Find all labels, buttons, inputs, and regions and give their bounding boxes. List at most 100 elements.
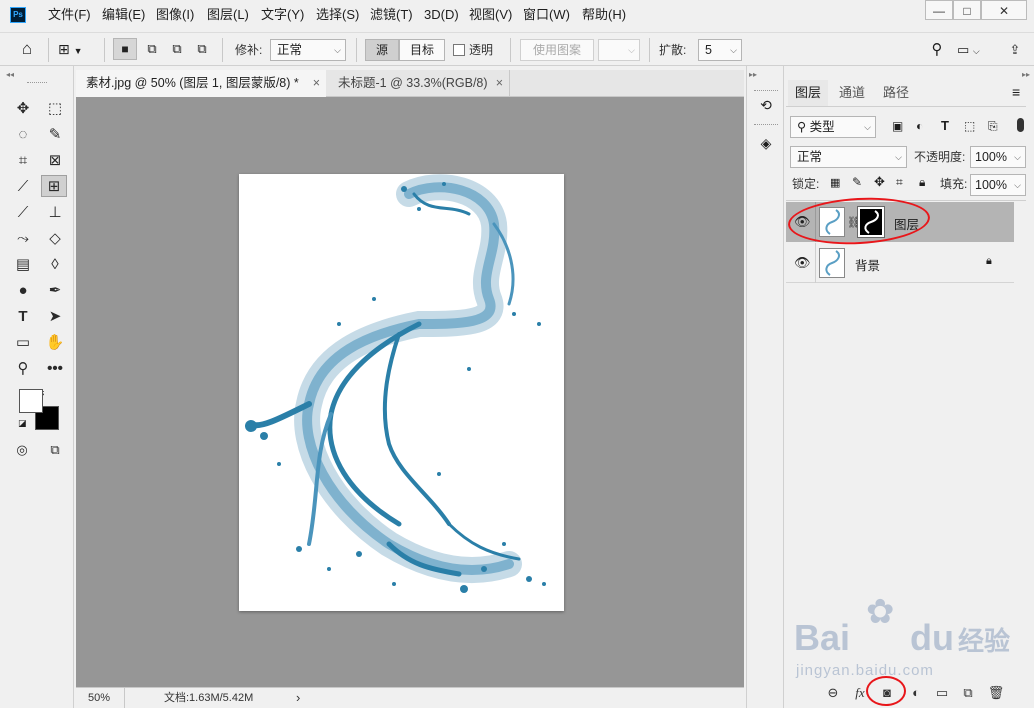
lock-image-icon[interactable]: ✎ (852, 175, 862, 189)
menu-type[interactable]: 文字(Y) (261, 0, 304, 30)
hand-tool-icon[interactable]: ✋ (42, 332, 68, 354)
move-tool-icon[interactable]: ✥ (10, 98, 36, 120)
close-icon[interactable]: × (313, 70, 320, 97)
zoom-level[interactable]: 50% (88, 688, 110, 708)
collapse-toolbar-icon[interactable]: ◂◂ (6, 70, 14, 79)
tab-document-2[interactable]: 未标题-1 @ 33.3%(RGB/8) × (328, 70, 510, 97)
layer-thumbnail[interactable] (819, 248, 845, 278)
pattern-picker[interactable]: ⌵ (598, 39, 640, 61)
search-icon[interactable]: ⚲ (927, 39, 947, 61)
toolbar-grip[interactable] (27, 82, 47, 85)
new-layer-icon[interactable]: ⧉ (959, 684, 977, 702)
lock-all-icon[interactable]: 🔒︎ (919, 175, 925, 190)
workspace-switcher[interactable]: ▭ ⌵ (957, 39, 991, 61)
close-button[interactable]: ✕ (981, 0, 1027, 20)
document-canvas[interactable] (239, 174, 564, 611)
blend-mode-select[interactable]: 正常 ⌵ (790, 146, 907, 168)
new-group-icon[interactable]: ▭ (933, 684, 951, 702)
lock-transparent-icon[interactable]: ▦ (830, 176, 840, 189)
menu-image[interactable]: 图像(I) (156, 0, 194, 30)
minimize-button[interactable]: — (925, 0, 953, 20)
rectangle-tool-icon[interactable]: ▭ (10, 332, 36, 354)
foreground-color-swatch[interactable] (19, 389, 43, 413)
filter-type-icon[interactable]: T (941, 118, 949, 133)
filter-adjustment-icon[interactable]: ◐ (916, 119, 923, 133)
canvas-area[interactable] (76, 97, 744, 687)
use-pattern-button[interactable]: 使用图案 (520, 39, 594, 61)
type-tool-icon[interactable]: T (10, 306, 36, 328)
layer-filter-select[interactable]: ⚲ 类型 ⌵ (790, 116, 876, 138)
source-button[interactable]: 源 (365, 39, 399, 61)
menu-window[interactable]: 窗口(W) (523, 0, 570, 30)
history-panel-icon[interactable]: ⟲ (754, 94, 778, 116)
eraser-tool-icon[interactable]: ◇ (42, 228, 68, 250)
menu-3d[interactable]: 3D(D) (424, 0, 459, 30)
link-layers-icon[interactable]: ⊖ (824, 684, 842, 702)
tab-layers[interactable]: 图层 (788, 80, 828, 106)
filter-pixel-icon[interactable]: ▣ (892, 119, 903, 133)
dock-grip[interactable] (754, 90, 778, 93)
tab-document-1[interactable]: 素材.jpg @ 50% (图层 1, 图层蒙版/8) * × (76, 70, 326, 97)
intersect-selection-button[interactable]: ⧉ (190, 38, 214, 60)
frame-tool-icon[interactable]: ⊠ (42, 150, 68, 172)
filter-smart-object-icon[interactable]: ⎘ (988, 119, 998, 134)
target-button[interactable]: 目标 (399, 39, 445, 61)
menu-filter[interactable]: 滤镜(T) (370, 0, 413, 30)
lasso-tool-icon[interactable]: ◌ (10, 124, 36, 146)
gradient-tool-icon[interactable]: ▤ (10, 254, 36, 276)
marquee-tool-icon[interactable]: ⬚ (42, 98, 68, 120)
patch-tool-icon[interactable]: ⊞ (41, 175, 67, 197)
tab-channels[interactable]: 通道 (830, 80, 874, 106)
menu-select[interactable]: 选择(S) (316, 0, 359, 30)
dock-grip[interactable] (754, 124, 778, 127)
tool-preset-picker[interactable]: ⊞ ▼ (58, 38, 98, 60)
opacity-input[interactable]: 100% ⌵ (970, 146, 1026, 168)
transparent-checkbox[interactable] (453, 44, 465, 56)
menu-edit[interactable]: 编辑(E) (102, 0, 145, 30)
stamp-tool-icon[interactable]: ⊥ (42, 202, 68, 224)
quick-mask-icon[interactable]: ◎ (9, 439, 35, 461)
blur-tool-icon[interactable]: ◊ (42, 254, 68, 276)
dodge-tool-icon[interactable]: ● (10, 280, 36, 302)
fill-input[interactable]: 100% ⌵ (970, 174, 1026, 196)
filter-toggle[interactable] (1017, 118, 1024, 132)
crop-tool-icon[interactable]: ⌗ (10, 150, 36, 172)
path-selection-tool-icon[interactable]: ➤ (42, 306, 68, 328)
layer-row-background[interactable]: 👁︎ 背景 🔒︎ (786, 243, 1014, 283)
default-colors-icon[interactable]: ◪ (18, 418, 27, 429)
quick-selection-tool-icon[interactable]: ✎ (42, 124, 68, 146)
collapse-panel-icon[interactable]: ▸▸ (1022, 70, 1030, 79)
visibility-eye-icon[interactable]: 👁︎ (794, 256, 811, 270)
lock-position-icon[interactable]: ✥ (874, 174, 885, 190)
tab-paths[interactable]: 路径 (876, 80, 916, 106)
restore-button[interactable]: □ (953, 0, 981, 20)
lock-artboard-icon[interactable]: ⌗ (896, 175, 903, 190)
more-tools-icon[interactable]: ••• (42, 358, 68, 380)
status-menu-arrow[interactable]: › (296, 688, 300, 708)
menu-view[interactable]: 视图(V) (469, 0, 512, 30)
pen-tool-icon[interactable]: ✒ (42, 280, 68, 302)
panel-menu-icon[interactable]: ≡ (1012, 84, 1020, 100)
adjustment-layer-icon[interactable]: ◐ (907, 684, 925, 702)
layer-name[interactable]: 背景 (855, 255, 880, 274)
home-icon[interactable]: ⌂ (14, 38, 40, 60)
delete-layer-icon[interactable]: 🗑︎ (987, 684, 1005, 702)
eyedropper-tool-icon[interactable]: ⟋ (10, 176, 36, 198)
close-icon[interactable]: × (496, 70, 503, 97)
zoom-tool-icon[interactable]: ⚲ (10, 358, 36, 380)
menu-file[interactable]: 文件(F) (48, 0, 91, 30)
history-brush-tool-icon[interactable]: ⤳ (10, 228, 36, 250)
patch-mode-select[interactable]: 正常 ⌵ (270, 39, 346, 61)
screen-mode-icon[interactable]: ⧉ (42, 439, 68, 461)
3d-panel-icon[interactable]: ◈ (754, 132, 778, 154)
menu-layer[interactable]: 图层(L) (207, 0, 249, 30)
menu-help[interactable]: 帮助(H) (582, 0, 626, 30)
expand-panels-icon[interactable]: ▸▸ (749, 70, 757, 79)
new-selection-button[interactable]: ■ (113, 38, 137, 60)
add-selection-button[interactable]: ⧉ (140, 38, 164, 60)
subtract-selection-button[interactable]: ⧉ (165, 38, 189, 60)
diffuse-select[interactable]: 5 ⌵ (698, 39, 742, 61)
share-icon[interactable]: ⇪ (1004, 39, 1026, 61)
filter-shape-icon[interactable]: ⬚ (964, 119, 975, 133)
brush-tool-icon[interactable]: ⟋ (10, 202, 36, 224)
